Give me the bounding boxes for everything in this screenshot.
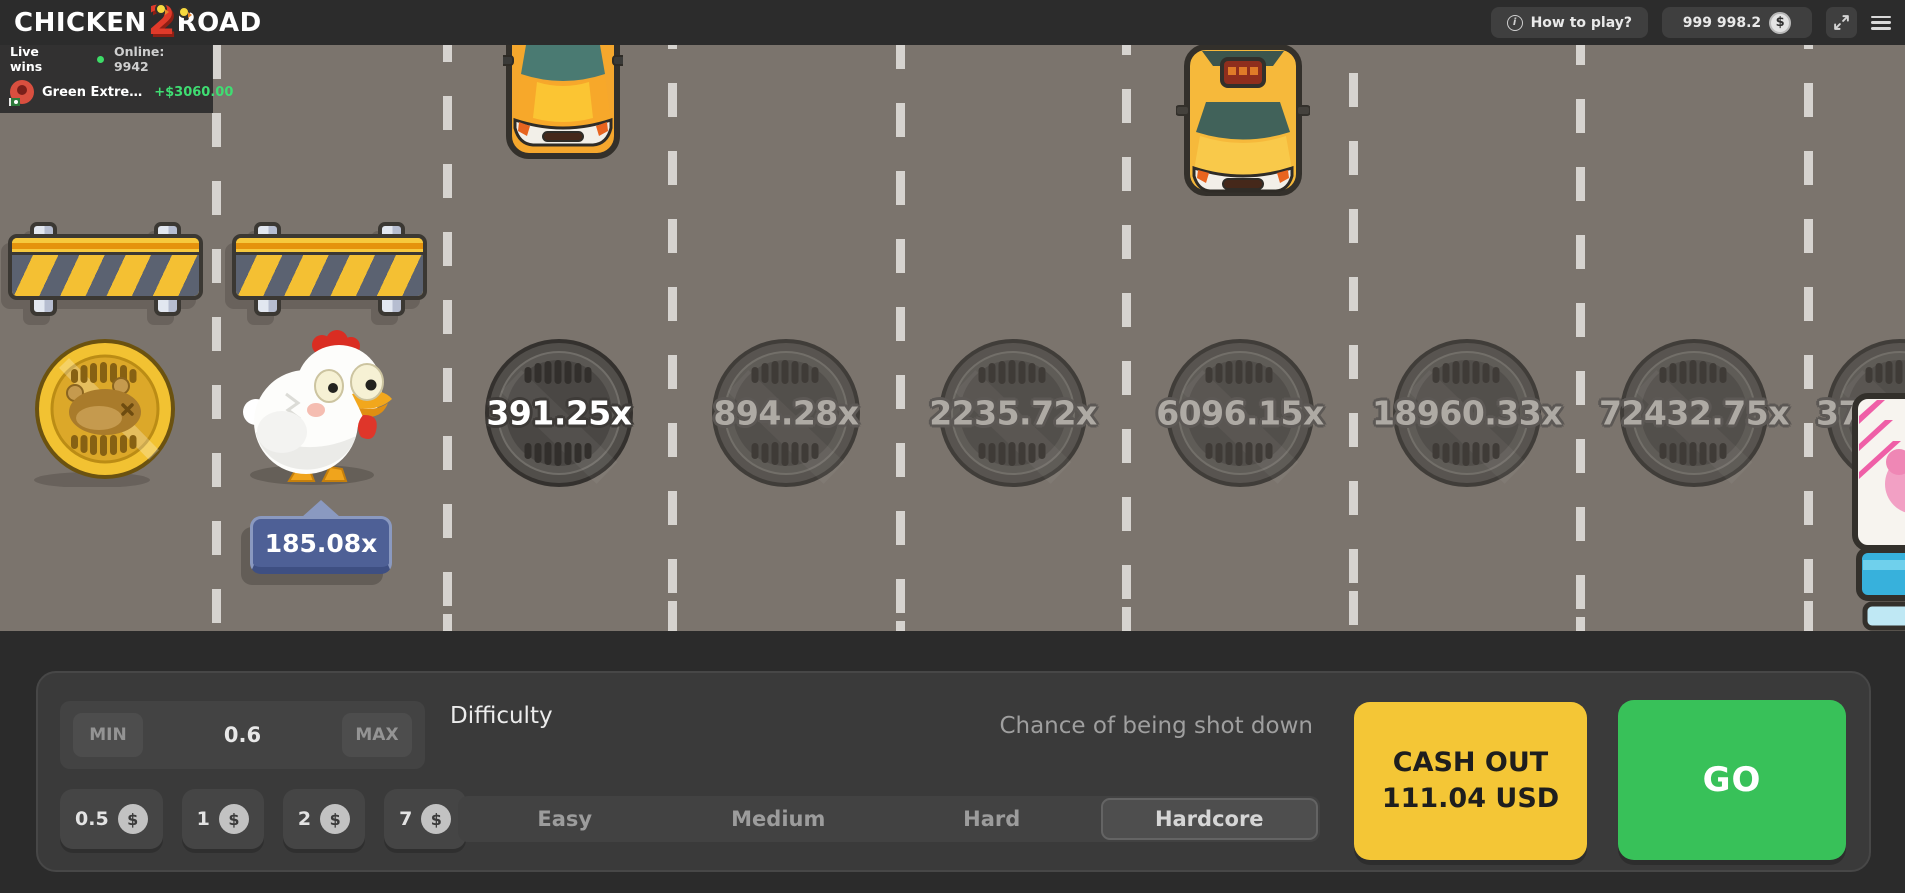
- lane-divider: [896, 45, 905, 631]
- bet-chip-1[interactable]: 1 $: [182, 789, 264, 849]
- win-entry[interactable]: Green Extre… +$3060.00: [10, 80, 203, 104]
- logo-text-chicken: CHICKEN: [14, 8, 147, 38]
- difficulty-tabs: Easy Medium Hard Hardcore: [458, 796, 1320, 842]
- dollar-coin-icon: $: [320, 804, 350, 834]
- chicken-character: [242, 326, 402, 490]
- logo: CHICKEN 2 ROAD: [14, 0, 262, 45]
- bet-value[interactable]: 0.6: [224, 723, 261, 747]
- manhole-multiplier: 391.25x: [486, 394, 631, 433]
- max-bet-button[interactable]: MAX: [342, 713, 412, 757]
- chick-icon: [178, 6, 190, 18]
- manhole-multiplier: 894.28x: [713, 394, 858, 433]
- lane-divider: [1349, 45, 1358, 631]
- player-name: Green Extre…: [42, 85, 142, 100]
- chip-value: 7: [399, 808, 412, 830]
- van-icon: [1849, 392, 1905, 632]
- manhole: 72432.75x: [1618, 337, 1770, 489]
- chicken-road-game: 391.25x 894.28x 2235.72x 6096.15x 18960.…: [0, 0, 1905, 893]
- roast-chicken-coin-icon: [30, 337, 180, 487]
- coin-icon: $: [1769, 12, 1791, 34]
- chip-value: 0.5: [75, 808, 109, 830]
- live-wins-panel: Live wins Online: 9942 Green Extre… +$30…: [0, 45, 213, 113]
- lane-divider: [1804, 45, 1813, 631]
- lane-divider: [1122, 45, 1131, 631]
- bet-chip-0.5[interactable]: 0.5 $: [60, 789, 163, 849]
- manhole-multiplier: 2235.72x: [929, 394, 1097, 433]
- info-icon: i: [1507, 15, 1523, 31]
- player-multiplier-badge: 185.08x: [250, 516, 392, 574]
- manhole: 18960.33x: [1391, 337, 1543, 489]
- fullscreen-icon: [1833, 14, 1850, 31]
- tab-easy[interactable]: Easy: [458, 796, 672, 842]
- manhole: 2235.72x: [937, 337, 1089, 489]
- barrier: [8, 218, 203, 320]
- live-wins-title: Live wins: [10, 44, 75, 74]
- barrier: [232, 218, 427, 320]
- dollar-coin-icon: $: [219, 804, 249, 834]
- chicken-icon: [242, 326, 402, 486]
- chip-value: 2: [298, 808, 311, 830]
- lane-divider: [668, 45, 677, 631]
- bet-box: MIN 0.6 MAX: [60, 701, 425, 769]
- manhole: 894.28x: [710, 337, 862, 489]
- player-flag-icon: [9, 98, 20, 106]
- top-bar: CHICKEN 2 ROAD i How to play? 999 998.2 …: [0, 0, 1905, 45]
- chance-label: Chance of being shot down: [999, 713, 1313, 739]
- cashout-line1: CASH OUT: [1393, 745, 1548, 781]
- barrier-board: [232, 234, 427, 300]
- cashout-button[interactable]: CASH OUT 111.04 USD: [1354, 702, 1587, 860]
- manhole: 391.25x: [483, 337, 635, 489]
- ice-cream-van: [1849, 392, 1905, 636]
- tab-hard[interactable]: Hard: [885, 796, 1099, 842]
- how-to-play-button[interactable]: i How to play?: [1491, 7, 1648, 38]
- difficulty-label: Difficulty: [450, 703, 553, 729]
- bet-chips: 0.5 $ 1 $ 2 $ 7 $: [60, 789, 466, 849]
- dollar-coin-icon: $: [118, 804, 148, 834]
- tab-medium[interactable]: Medium: [672, 796, 886, 842]
- cashout-line2: 111.04 USD: [1382, 781, 1559, 817]
- lane-divider: [212, 45, 221, 631]
- manhole-multiplier: 6096.15x: [1156, 394, 1324, 433]
- manhole-multiplier: 18960.33x: [1372, 394, 1562, 433]
- manhole: 6096.15x: [1164, 337, 1316, 489]
- go-button[interactable]: GO: [1618, 700, 1846, 860]
- min-bet-button[interactable]: MIN: [73, 713, 143, 757]
- hamburger-icon: [1871, 16, 1891, 19]
- manhole-multiplier: 72432.75x: [1599, 394, 1789, 433]
- avatar: [10, 80, 34, 104]
- menu-button[interactable]: [1871, 16, 1891, 30]
- player-multiplier-value: 185.08x: [265, 529, 378, 558]
- bonus-coin: [30, 337, 180, 491]
- how-to-play-label: How to play?: [1531, 15, 1632, 31]
- chick-icon: [155, 3, 167, 15]
- balance-value: 999 998.2: [1683, 15, 1761, 31]
- taxi-car: [1176, 44, 1310, 200]
- lane-divider: [443, 45, 452, 631]
- controls-panel: MIN 0.6 MAX 0.5 $ 1 $ 2 $ 7 $ Difficulty…: [36, 671, 1871, 872]
- lane-divider: [1576, 45, 1585, 631]
- balance-display[interactable]: 999 998.2 $: [1662, 7, 1812, 38]
- online-count: Online: 9942: [114, 44, 203, 74]
- chip-value: 1: [197, 808, 210, 830]
- tab-hardcore[interactable]: Hardcore: [1101, 798, 1319, 840]
- dollar-coin-icon: $: [421, 804, 451, 834]
- taxi-icon: [1176, 44, 1310, 196]
- bet-chip-2[interactable]: 2 $: [283, 789, 365, 849]
- fullscreen-button[interactable]: [1826, 7, 1857, 38]
- online-dot-icon: [97, 56, 104, 63]
- bet-chip-7[interactable]: 7 $: [384, 789, 466, 849]
- win-amount: +$3060.00: [154, 85, 233, 100]
- barrier-board: [8, 234, 203, 300]
